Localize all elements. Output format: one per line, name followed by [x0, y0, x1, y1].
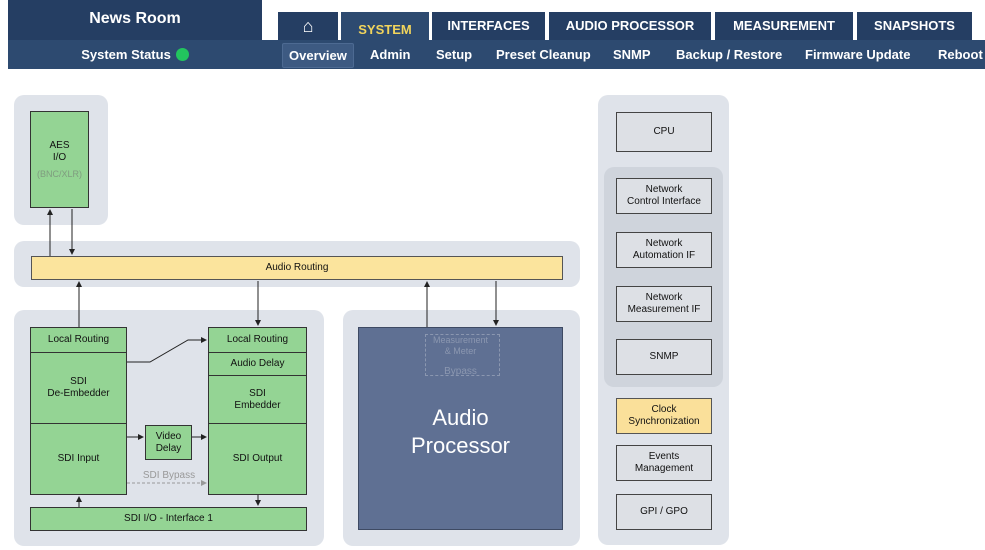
sdi-input-label: SDI Input	[57, 453, 100, 464]
nci-label-2: Control Interface	[627, 196, 701, 207]
tab-home[interactable]: ⌂	[278, 12, 338, 40]
status-ok-icon	[175, 48, 189, 61]
local-routing-out-block[interactable]: Local Routing	[208, 327, 307, 353]
audio-routing-block[interactable]: Audio Routing	[31, 256, 563, 280]
system-status: System Status	[8, 40, 262, 69]
subnav-snmp[interactable]: SNMP	[607, 43, 657, 66]
network-measurement-if-block[interactable]: Network Measurement IF	[616, 286, 712, 322]
device-name-panel: News Room	[8, 0, 262, 40]
local-routing-out-label: Local Routing	[226, 334, 289, 345]
measurement-meter-box	[425, 334, 500, 376]
aes-io-label: I/O	[52, 151, 67, 163]
nmi-label-2: Measurement IF	[627, 304, 701, 315]
device-title: News Room	[89, 10, 181, 27]
gpio-label: GPI / GPO	[640, 506, 688, 517]
sdi-bypass-label: SDI Bypass	[142, 470, 196, 481]
events-label-2: Management	[634, 463, 694, 474]
subnav-setup[interactable]: Setup	[430, 43, 478, 66]
sdi-deembedder-label-1: SDI	[70, 376, 87, 387]
sdi-embedder-label-2: Embedder	[234, 399, 281, 411]
sdi-input-block[interactable]: SDI Input	[30, 423, 127, 495]
sub-nav-bar: System Status Overview Admin Setup Prese…	[8, 40, 985, 69]
subnav-overview[interactable]: Overview	[282, 43, 354, 68]
clock-label-2: Synchronization	[628, 416, 700, 427]
events-label-1: Events	[648, 451, 680, 462]
sdi-output-label: SDI Output	[232, 453, 283, 464]
system-status-label: System Status	[81, 47, 171, 62]
audio-routing-label: Audio Routing	[265, 262, 329, 273]
video-delay-label-1: Video	[155, 430, 182, 442]
nmi-label-1: Network	[645, 292, 683, 303]
audio-processor-title-1: Audio	[432, 405, 489, 430]
tab-snapshots[interactable]: SNAPSHOTS	[857, 12, 972, 40]
sdi-embedder-label-1: SDI	[249, 387, 266, 399]
clock-sync-block[interactable]: Clock Synchronization	[616, 398, 712, 434]
gpi-gpo-block[interactable]: GPI / GPO	[616, 494, 712, 530]
home-icon: ⌂	[302, 16, 314, 36]
subnav-backup-restore[interactable]: Backup / Restore	[670, 43, 788, 66]
audio-processor-block[interactable]: Measurement & Meter Bypass Audio Process…	[358, 327, 563, 530]
clock-label-1: Clock	[651, 404, 677, 415]
tab-measurement[interactable]: MEASUREMENT	[715, 12, 853, 40]
nai-label-2: Automation IF	[632, 250, 696, 261]
subnav-reboot[interactable]: Reboot	[932, 43, 985, 66]
nai-label-1: Network	[645, 238, 683, 249]
network-automation-if-block[interactable]: Network Automation IF	[616, 232, 712, 268]
sdi-deembedder-label-2: De-Embedder	[47, 388, 110, 399]
network-control-interface-block[interactable]: Network Control Interface	[616, 178, 712, 214]
top-bar: News Room ⌂ SYSTEM INTERFACES AUDIO PROC…	[0, 0, 985, 46]
events-management-block[interactable]: Events Management	[616, 445, 712, 481]
cpu-block[interactable]: CPU	[616, 112, 712, 152]
audio-delay-block[interactable]: Audio Delay	[208, 352, 307, 376]
tab-interfaces[interactable]: INTERFACES	[432, 12, 545, 40]
subnav-firmware-update[interactable]: Firmware Update	[799, 43, 916, 66]
aes-io-block[interactable]: AES I/O (BNC/XLR)	[30, 111, 89, 208]
video-delay-block[interactable]: Video Delay	[145, 425, 192, 460]
snmp-label: SNMP	[649, 351, 679, 362]
aes-connector-label: (BNC/XLR)	[36, 168, 82, 179]
tab-audio-processor[interactable]: AUDIO PROCESSOR	[549, 12, 711, 40]
sdi-embedder-block[interactable]: SDI Embedder	[208, 375, 307, 424]
local-routing-in-label: Local Routing	[47, 334, 110, 345]
aes-label: AES	[49, 139, 70, 151]
subnav-preset-cleanup[interactable]: Preset Cleanup	[490, 43, 597, 66]
subnav-admin[interactable]: Admin	[364, 43, 416, 66]
cpu-label: CPU	[653, 126, 675, 137]
audio-processor-title-2: Processor	[410, 433, 511, 458]
main-tabs: ⌂ SYSTEM INTERFACES AUDIO PROCESSOR MEAS…	[262, 6, 985, 46]
sdi-io-interface-label: SDI I/O - Interface 1	[124, 513, 213, 524]
local-routing-in-block[interactable]: Local Routing	[30, 327, 127, 353]
snmp-block[interactable]: SNMP	[616, 339, 712, 375]
audio-delay-label: Audio Delay	[230, 358, 285, 369]
sdi-deembedder-block[interactable]: SDI De-Embedder	[30, 352, 127, 424]
sdi-io-interface-block[interactable]: SDI I/O - Interface 1	[30, 507, 307, 531]
nci-label-1: Network	[645, 184, 683, 195]
video-delay-label-2: Delay	[155, 442, 182, 454]
sdi-output-block[interactable]: SDI Output	[208, 423, 307, 495]
